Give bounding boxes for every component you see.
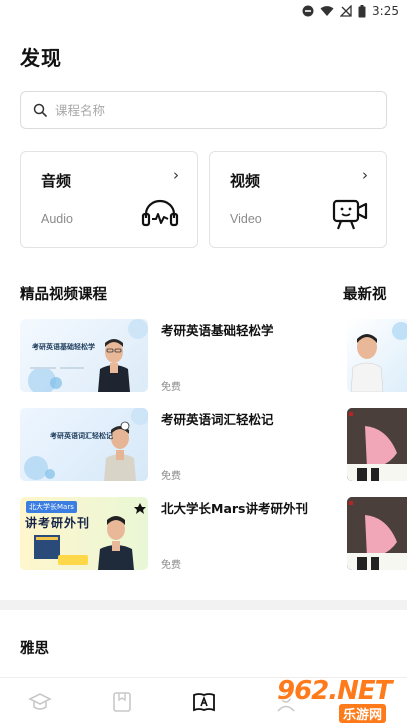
- course-price: 免费: [161, 560, 181, 571]
- latest-video-thumbnail[interactable]: [347, 497, 407, 570]
- status-time: 3:25: [372, 4, 399, 18]
- featured-section-title: 精品视频课程: [20, 287, 107, 303]
- course-item[interactable]: 考研英语基础轻松学 考研英语基础轻松学 免费: [20, 319, 340, 393]
- search-box[interactable]: [20, 91, 387, 129]
- battery-icon: [358, 4, 366, 17]
- graduation-cap-icon[interactable]: [28, 690, 52, 714]
- ielts-section-title: 雅思: [20, 641, 49, 657]
- watermark-sub: 乐游网: [339, 704, 387, 723]
- headphones-icon: [141, 199, 179, 227]
- course-thumb-caption: 讲考研外刊: [25, 516, 91, 530]
- course-thumb-caption: 考研英语基础轻松学: [32, 343, 95, 351]
- latest-video-thumbnail[interactable]: [347, 408, 407, 481]
- search-icon: [33, 103, 47, 117]
- bookmark-icon[interactable]: [110, 690, 134, 714]
- course-thumbnail: 北大学长Mars 讲考研外刊: [20, 497, 148, 570]
- no-signal-icon: [340, 5, 352, 17]
- course-thumbnail: 考研英语词汇轻松记: [20, 408, 148, 481]
- chevron-right-icon: ›: [362, 166, 368, 184]
- course-item[interactable]: 考研英语词汇轻松记 考研英语词汇轻松记 免费: [20, 408, 340, 482]
- audio-card[interactable]: 音频 › Audio: [20, 151, 198, 248]
- discover-book-icon[interactable]: [192, 690, 216, 714]
- course-title: 北大学长Mars讲考研外刊: [161, 501, 308, 516]
- video-card-subtitle: Video: [230, 212, 262, 226]
- page-title: 发现: [20, 46, 62, 70]
- latest-video-thumbnail[interactable]: [347, 319, 407, 392]
- section-divider: [0, 600, 407, 610]
- course-thumbnail: 考研英语基础轻松学: [20, 319, 148, 392]
- wifi-icon: [320, 6, 334, 16]
- latest-section-title[interactable]: 最新视: [343, 283, 387, 304]
- video-camera-icon: [332, 199, 368, 230]
- course-price: 免费: [161, 471, 181, 482]
- watermark-main: 962.NET: [277, 676, 392, 706]
- audio-card-title: 音频: [41, 172, 72, 190]
- course-title: 考研英语基础轻松学: [161, 323, 274, 338]
- course-thumb-caption: 考研英语词汇轻松记: [50, 432, 113, 440]
- chevron-right-icon: ›: [173, 166, 179, 184]
- search-input[interactable]: [55, 102, 355, 118]
- do-not-disturb-icon: [302, 5, 314, 17]
- course-thumb-top-caption: 北大学长Mars: [26, 501, 77, 513]
- video-card-title: 视频: [230, 172, 261, 190]
- video-card[interactable]: 视频 › Video: [209, 151, 387, 248]
- watermark-logo: 962.NET 乐游网: [271, 674, 401, 724]
- course-title: 考研英语词汇轻松记: [161, 412, 274, 427]
- course-item[interactable]: 北大学长Mars 讲考研外刊 北大学长Mars讲考研外刊 免费: [20, 497, 340, 571]
- course-price: 免费: [161, 382, 181, 393]
- audio-card-subtitle: Audio: [41, 212, 73, 226]
- status-bar: 3:25: [0, 0, 407, 22]
